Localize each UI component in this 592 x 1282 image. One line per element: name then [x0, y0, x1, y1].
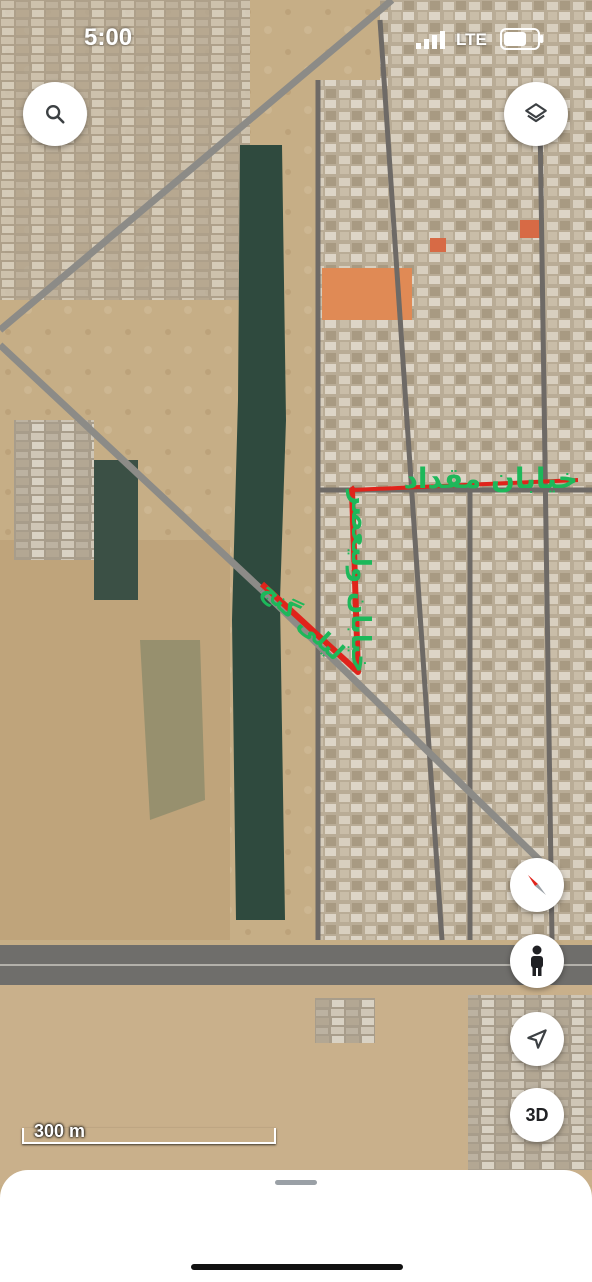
- network-type: LTE: [456, 30, 487, 49]
- scale-label: 300 m: [34, 1121, 86, 1141]
- search-button[interactable]: [23, 82, 87, 146]
- street-label-meghdad: خیابان مقداد: [404, 462, 578, 495]
- 3d-toggle-button[interactable]: 3D: [510, 1088, 564, 1142]
- satellite-map[interactable]: خیابان مقداد خیابان ولیعصر لیلی گنج: [0, 0, 592, 1282]
- pegman-icon: [531, 945, 543, 976]
- cellular-signal-icon: [416, 31, 445, 49]
- layers-icon: [525, 103, 547, 123]
- compass-button[interactable]: [510, 858, 564, 912]
- battery-icon: [500, 28, 543, 50]
- my-location-button[interactable]: [510, 1012, 564, 1066]
- search-icon: [46, 105, 65, 124]
- status-time: 5:00: [84, 24, 133, 51]
- compass-icon: [528, 875, 546, 895]
- status-bar: 5:00 LTE: [0, 0, 592, 80]
- map-scale: 300 m: [22, 1118, 276, 1148]
- sheet-drag-handle[interactable]: [275, 1180, 317, 1185]
- layers-button[interactable]: [504, 82, 568, 146]
- bottom-sheet[interactable]: [0, 1170, 592, 1282]
- navigation-arrow-icon: [527, 1029, 547, 1049]
- home-indicator: [191, 1264, 403, 1270]
- street-view-button[interactable]: [510, 934, 564, 988]
